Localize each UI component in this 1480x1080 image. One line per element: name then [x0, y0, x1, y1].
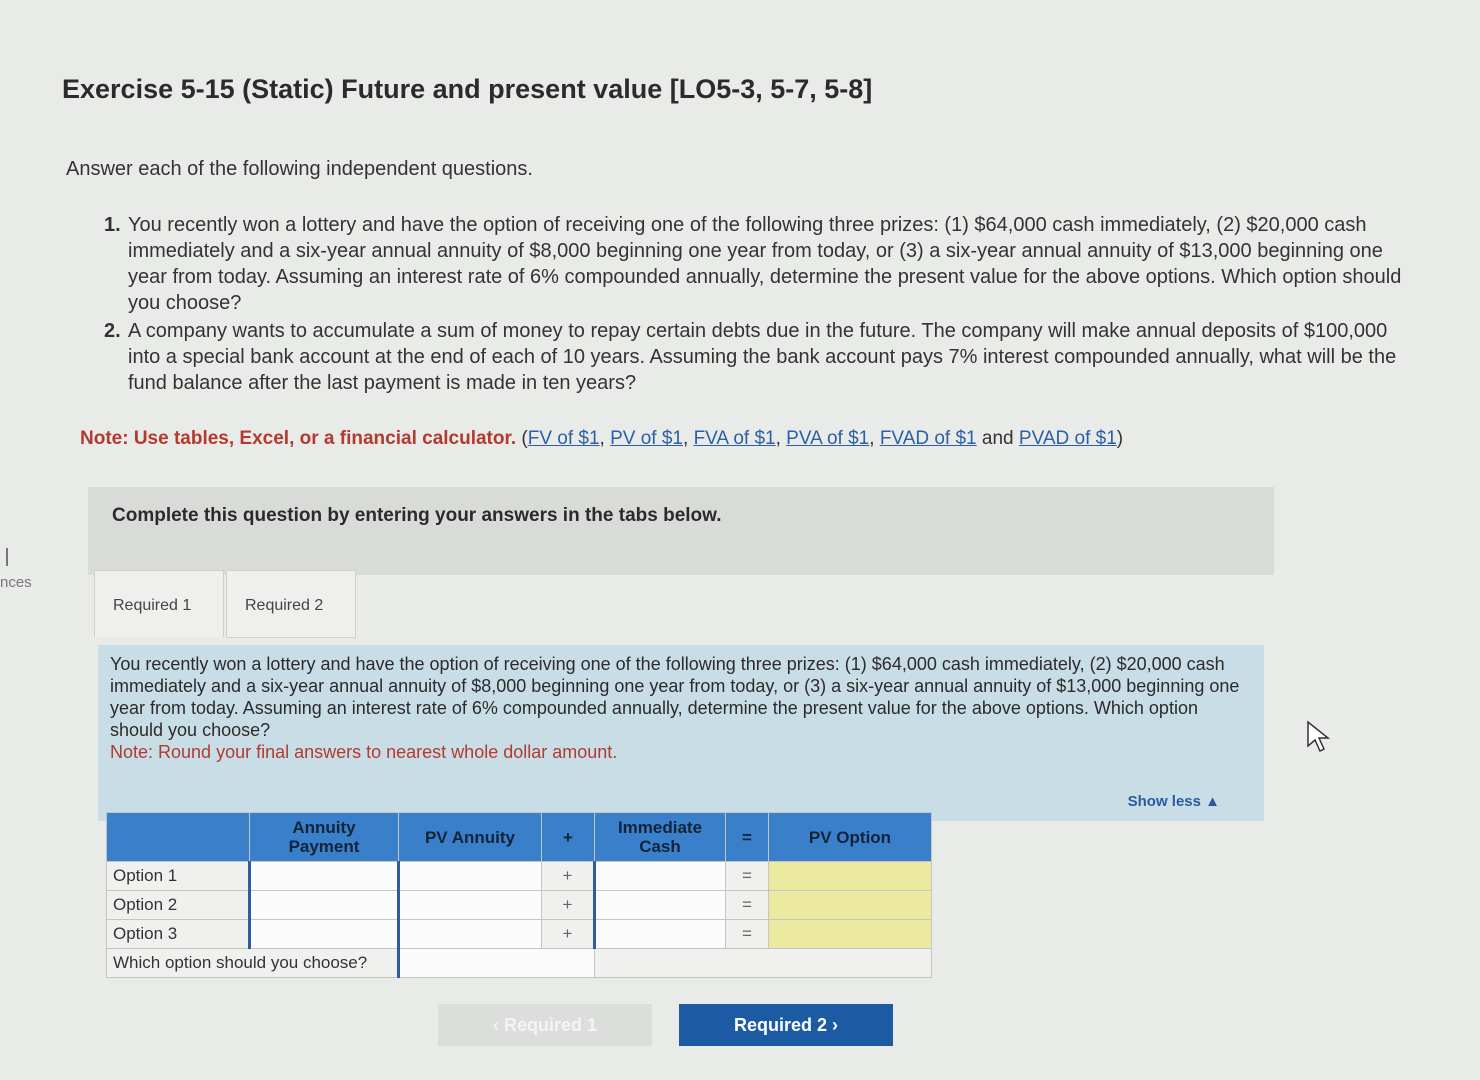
question-list: 1. You recently won a lottery and have t… [104, 212, 1414, 398]
row-label: Option 3 [106, 919, 250, 949]
tab-label: Required 2 [245, 597, 324, 614]
equals-sign: = [725, 861, 769, 891]
prev-required-button[interactable]: ‹ Required 1 [438, 1004, 652, 1046]
option-choice-input[interactable] [397, 948, 595, 978]
calculator-note: Note: Use tables, Excel, or a financial … [80, 428, 1124, 449]
next-required-button[interactable]: Required 2 › [679, 1004, 893, 1046]
pv-option-cell [768, 919, 932, 949]
note-and: and [981, 428, 1014, 449]
annuity-payment-input[interactable] [248, 861, 399, 891]
table-row: Which option should you choose? [106, 948, 932, 978]
equals-header: = [725, 812, 769, 862]
show-less-button[interactable]: Show less ▲ [1128, 793, 1220, 810]
rounding-note: Note: Round your final answers to neares… [110, 742, 618, 762]
pv-option-header: PV Option [768, 812, 932, 862]
side-label: nces [0, 574, 32, 591]
fvad-link[interactable]: FVAD of $1 [880, 428, 977, 449]
tab-label: Required 1 [113, 597, 192, 614]
exercise-intro: Answer each of the following independent… [66, 158, 533, 180]
note-close-paren: ) [1116, 428, 1124, 449]
pv-annuity-header: PV Annuity [398, 812, 542, 862]
immediate-cash-header: Immediate Cash [594, 812, 726, 862]
pv-option-cell [768, 890, 932, 920]
immediate-cash-input[interactable] [593, 890, 726, 920]
equals-sign: = [725, 919, 769, 949]
question-text: You recently won a lottery and have the … [128, 214, 1402, 314]
question-text: A company wants to accumulate a sum of m… [128, 320, 1397, 394]
panel-question: You recently won a lottery and have the … [110, 653, 1240, 763]
pv-option-cell [768, 861, 932, 891]
row-label: Option 1 [106, 861, 250, 891]
equals-sign: = [725, 890, 769, 920]
pvad-link[interactable]: PVAD of $1 [1019, 428, 1117, 449]
mouse-cursor-icon [1307, 720, 1331, 753]
pv-link[interactable]: PV of $1 [610, 428, 683, 449]
pv-annuity-input[interactable] [397, 890, 542, 920]
exercise-title: Exercise 5-15 (Static) Future and presen… [62, 74, 873, 104]
annuity-payment-header: Annuity Payment [249, 812, 399, 862]
instruction-banner: Complete this question by entering your … [88, 487, 1274, 575]
annuity-payment-input[interactable] [248, 919, 399, 949]
plus-header: + [541, 812, 595, 862]
fva-link[interactable]: FVA of $1 [694, 428, 776, 449]
answer-table: Annuity Payment PV Annuity + Immediate C… [106, 812, 932, 978]
choose-label: Which option should you choose? [106, 948, 399, 978]
tab-required-2[interactable]: Required 2 [226, 570, 356, 638]
side-divider [6, 548, 8, 566]
immediate-cash-input[interactable] [593, 861, 726, 891]
blank-header [106, 812, 250, 862]
plus-sign: + [541, 919, 595, 949]
pva-link[interactable]: PVA of $1 [786, 428, 869, 449]
plus-sign: + [541, 890, 595, 920]
pv-annuity-input[interactable] [397, 861, 542, 891]
question-panel: You recently won a lottery and have the … [98, 645, 1264, 821]
fv-link[interactable]: FV of $1 [528, 428, 600, 449]
instruction-text: Complete this question by entering your … [112, 505, 722, 526]
note-label: Note: Use tables, Excel, or a financial … [80, 428, 517, 449]
table-row: Option 1 + = [106, 861, 932, 891]
row-label: Option 2 [106, 890, 250, 920]
plus-sign: + [541, 861, 595, 891]
question-number: 2. [104, 320, 121, 342]
question-item: 2. A company wants to accumulate a sum o… [104, 318, 1414, 396]
question-number: 1. [104, 214, 121, 236]
table-row: Option 3 + = [106, 919, 932, 949]
tab-required-1[interactable]: Required 1 [94, 570, 224, 637]
immediate-cash-input[interactable] [593, 919, 726, 949]
panel-question-text: You recently won a lottery and have the … [110, 654, 1240, 740]
pv-annuity-input[interactable] [397, 919, 542, 949]
table-header-row: Annuity Payment PV Annuity + Immediate C… [106, 812, 932, 862]
blank-cell [594, 948, 932, 978]
table-row: Option 2 + = [106, 890, 932, 920]
annuity-payment-input[interactable] [248, 890, 399, 920]
question-item: 1. You recently won a lottery and have t… [104, 212, 1414, 316]
